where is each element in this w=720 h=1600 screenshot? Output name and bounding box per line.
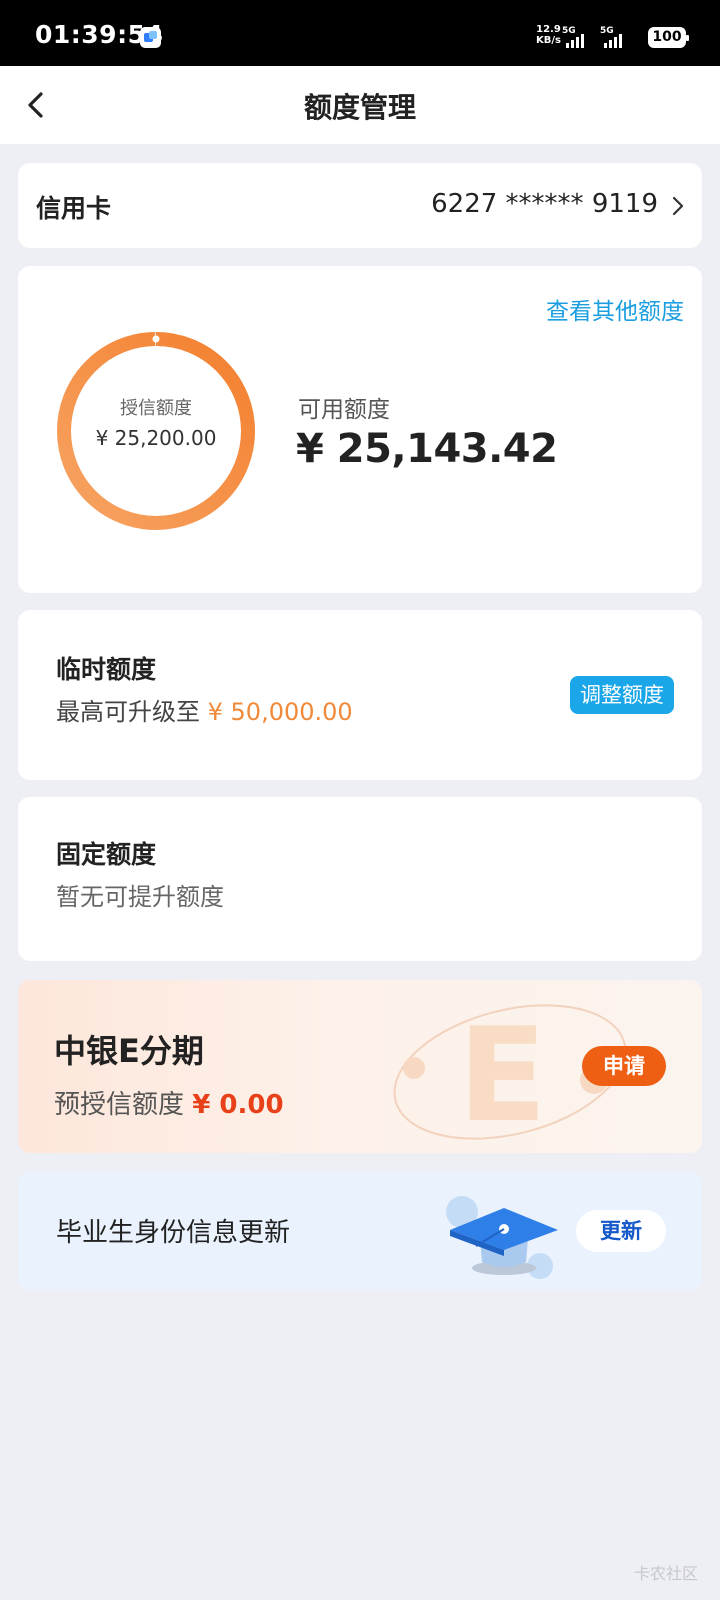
temporary-limit-title: 临时额度 bbox=[56, 655, 157, 684]
pre-credit-amount: ¥ 0.00 bbox=[192, 1090, 284, 1120]
temporary-limit-card: 临时额度 最高可升级至 ¥ 50,000.00 调整额度 bbox=[18, 610, 702, 780]
update-button[interactable]: 更新 bbox=[576, 1210, 666, 1252]
graduation-cap-icon bbox=[446, 1196, 558, 1279]
e-installment-title: 中银E分期 bbox=[54, 1032, 204, 1070]
svg-text:E: E bbox=[458, 999, 547, 1151]
credit-card-label: 信用卡 bbox=[36, 194, 112, 223]
page-title: 额度管理 bbox=[303, 91, 416, 124]
view-other-limits-link[interactable]: 查看其他额度 bbox=[546, 292, 684, 326]
available-limit-label: 可用额度 bbox=[298, 397, 390, 423]
credit-limit-value: ¥ 25,200.00 bbox=[95, 426, 217, 450]
signal-icon-2: 5G bbox=[600, 26, 630, 48]
credit-card-selector[interactable]: 信用卡 6227 ****** 9119 bbox=[18, 163, 702, 248]
nav-bar: 额度管理 bbox=[0, 66, 720, 144]
credit-limit-label: 授信额度 bbox=[120, 398, 192, 419]
temporary-limit-desc: 最高可升级至 ¥ 50,000.00 bbox=[56, 692, 353, 727]
net-speed: 12.9 KB/s bbox=[536, 24, 561, 46]
net-speed-value: 12.9 bbox=[536, 24, 561, 35]
apply-button[interactable]: 申请 bbox=[582, 1046, 666, 1086]
temporary-limit-desc-prefix: 最高可升级至 bbox=[56, 698, 200, 726]
available-limit-value: ¥ 25,143.42 bbox=[296, 426, 558, 472]
chevron-right-icon bbox=[672, 196, 684, 216]
fixed-limit-title: 固定额度 bbox=[56, 840, 157, 869]
graduate-info-text: 毕业生身份信息更新 bbox=[56, 1218, 291, 1248]
battery-icon: 100 bbox=[648, 27, 689, 48]
fixed-limit-card: 固定额度 暂无可提升额度 bbox=[18, 797, 702, 961]
e-installment-desc: 预授信额度 ¥ 0.00 bbox=[54, 1084, 284, 1121]
app-notification-icon bbox=[140, 27, 161, 48]
card-number: 6227 ****** 9119 bbox=[431, 189, 658, 219]
e-installment-card[interactable]: E 中银E分期 预授信额度 ¥ 0.00 申请 bbox=[18, 980, 702, 1153]
fixed-limit-desc: 暂无可提升额度 bbox=[56, 883, 224, 911]
ring-marker-dot bbox=[152, 335, 160, 343]
watermark-text: 卡农社区 bbox=[633, 1564, 698, 1583]
adjust-limit-button[interactable]: 调整额度 bbox=[570, 676, 674, 714]
pre-credit-label: 预授信额度 bbox=[54, 1090, 185, 1120]
credit-limit-card: 查看其他额度 授信额度 ¥ 25,200.00 可用额度 ¥ 25,143.42 bbox=[18, 266, 702, 593]
temporary-limit-max-amount: ¥ 50,000.00 bbox=[207, 698, 353, 726]
status-bar: 01:39:54 12.9 KB/s 5G 5G 100 bbox=[0, 0, 720, 66]
net-speed-unit: KB/s bbox=[536, 35, 561, 46]
signal-icon-1: 5G bbox=[562, 26, 592, 48]
graduate-info-card[interactable]: 毕业生身份信息更新 更新 bbox=[18, 1172, 702, 1290]
